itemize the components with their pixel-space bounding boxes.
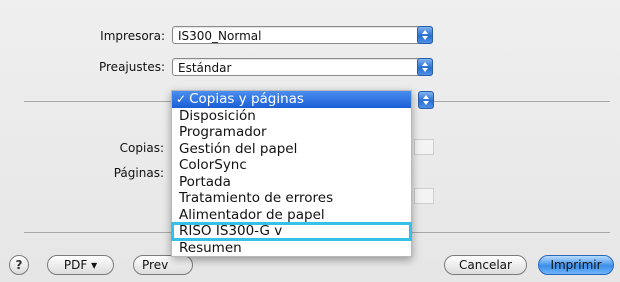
pdf-button[interactable]: PDF ▾ xyxy=(47,255,114,275)
presets-value: Estándar xyxy=(178,61,232,75)
printer-value: IS300_Normal xyxy=(178,29,262,43)
cancel-button[interactable]: Cancelar xyxy=(444,255,527,275)
print-dialog: Impresora: IS300_Normal Preajustes: Está… xyxy=(0,0,620,282)
printer-popup[interactable]: IS300_Normal xyxy=(172,26,433,44)
copies-label: Copias: xyxy=(119,141,164,155)
copies-field-edge xyxy=(414,139,434,155)
separator-left xyxy=(24,101,174,102)
menu-item-gestion-papel[interactable]: Gestión del papel xyxy=(172,141,411,158)
menu-item-disposicion[interactable]: Disposición xyxy=(172,108,411,125)
pages-label: Páginas: xyxy=(113,166,164,180)
panel-menu: ✓ Copias y páginas Disposición Programado… xyxy=(171,90,412,257)
popup-arrows-icon xyxy=(418,91,434,109)
menu-item-colorsync[interactable]: ColorSync xyxy=(172,157,411,174)
popup-arrows-icon xyxy=(417,26,433,44)
menu-item-resumen[interactable]: Resumen xyxy=(172,240,411,257)
pages-range-field-edge xyxy=(414,188,434,204)
menu-item-tratamiento-errores[interactable]: Tratamiento de errores xyxy=(172,190,411,207)
preview-button[interactable]: Prev xyxy=(133,255,193,275)
panel-popup[interactable] xyxy=(410,91,434,110)
printer-label: Impresora: xyxy=(100,29,165,43)
menu-item-copias-paginas[interactable]: ✓ Copias y páginas xyxy=(172,91,411,108)
menu-item-riso[interactable]: RISO IS300-G v xyxy=(171,222,412,241)
menu-item-alimentador-papel[interactable]: Alimentador de papel xyxy=(172,207,411,224)
menu-item-portada[interactable]: Portada xyxy=(172,174,411,191)
separator-right xyxy=(432,101,610,102)
presets-label: Preajustes: xyxy=(98,60,165,74)
menu-item-programador[interactable]: Programador xyxy=(172,124,411,141)
presets-popup[interactable]: Estándar xyxy=(172,58,433,76)
print-button[interactable]: Imprimir xyxy=(538,255,614,275)
help-button[interactable]: ? xyxy=(9,255,29,275)
popup-arrows-icon xyxy=(417,58,433,76)
checkmark-icon: ✓ xyxy=(176,92,187,106)
